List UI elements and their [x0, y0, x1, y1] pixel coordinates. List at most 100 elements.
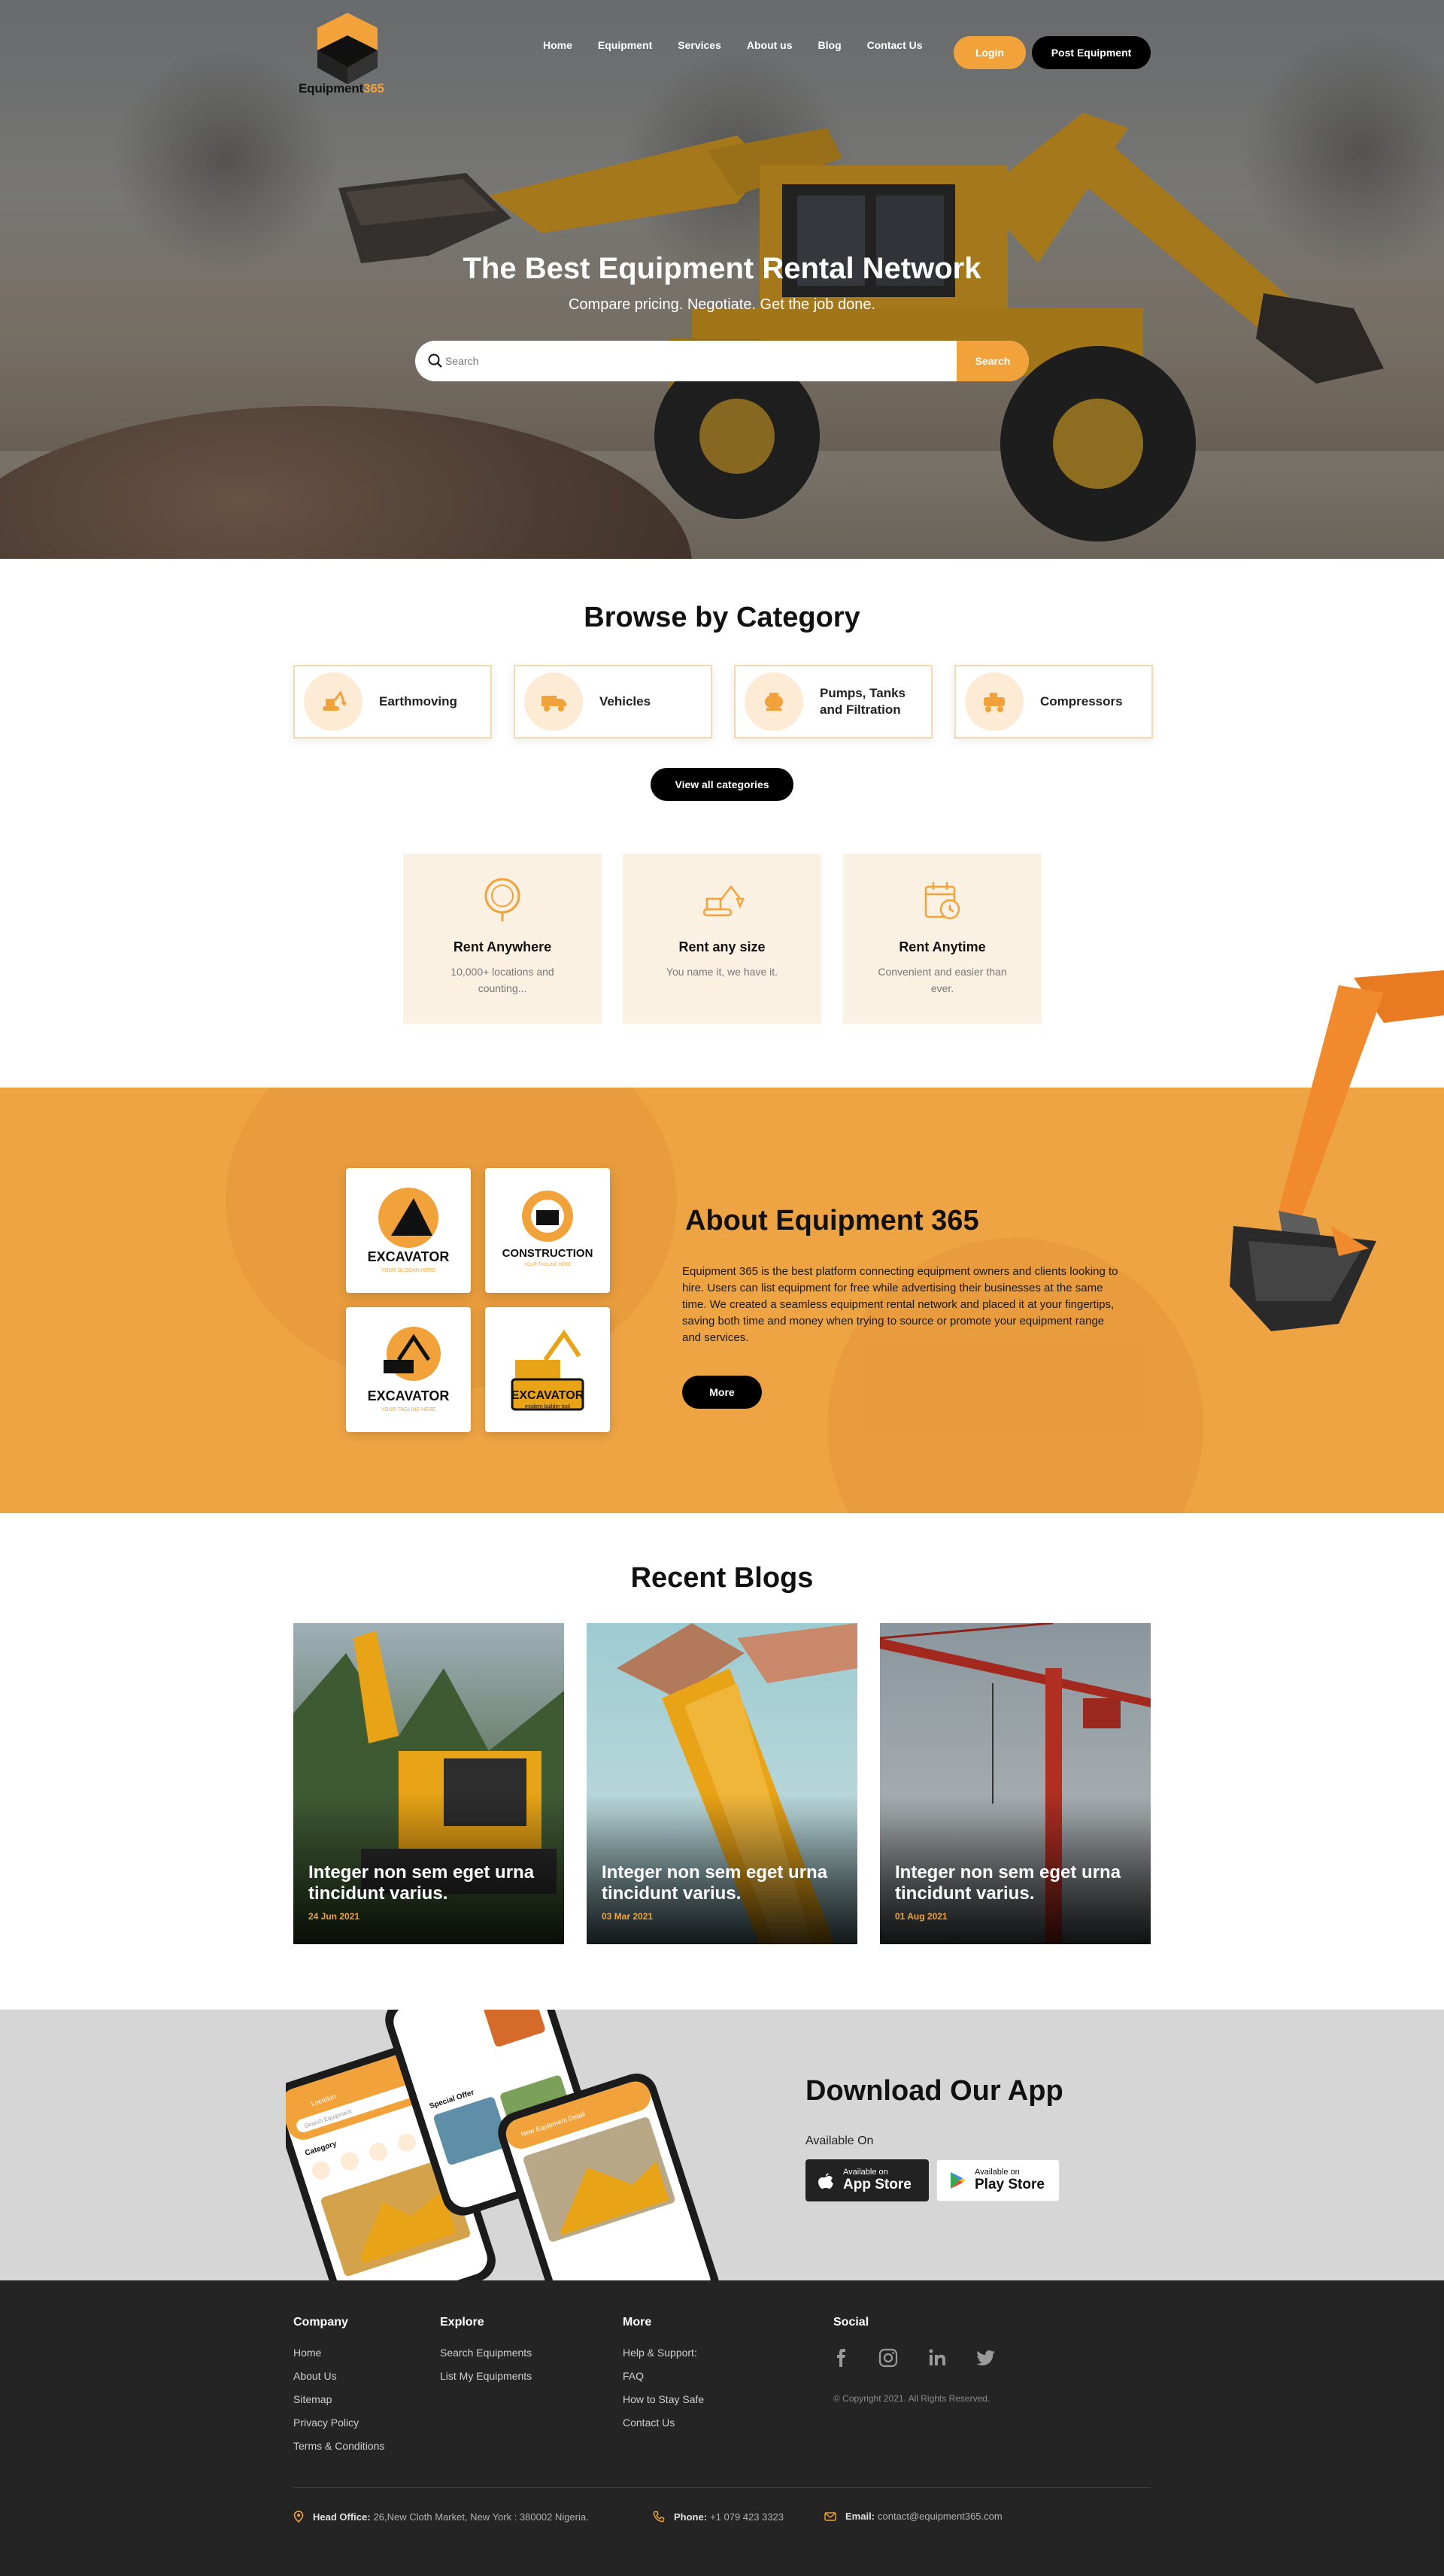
instagram-icon[interactable] — [877, 2347, 899, 2369]
download-app-section: Location Search Equipment Category Speci… — [0, 2010, 1444, 2280]
excavator-icon — [702, 884, 745, 917]
office-address: 26,New Cloth Market, New York : 380002 N… — [373, 2511, 589, 2523]
facebook-icon[interactable] — [830, 2347, 853, 2369]
logo-tag: YOUR TAGLINE HERE — [381, 1407, 436, 1412]
feature-desc: You name it, we have it. — [666, 966, 778, 978]
linkedin-icon[interactable] — [927, 2347, 949, 2369]
excavator-icon — [304, 672, 363, 731]
nav-contact[interactable]: Contact Us — [867, 39, 923, 51]
pump-icon — [745, 672, 803, 731]
feature-title: Rent Anywhere — [453, 939, 552, 954]
category-label: Vehicles — [599, 694, 651, 708]
app-store-big: App Store — [843, 2177, 912, 2192]
footer-office: Head Office: 26,New Cloth Market, New Yor… — [293, 2511, 589, 2523]
partner-logo-construction: CONSTRUCTION YOUR TAGLINE HERE — [485, 1168, 610, 1293]
post-equipment-button[interactable]: Post Equipment — [1032, 36, 1151, 69]
hero-subtitle: Compare pricing. Negotiate. Get the job … — [568, 296, 876, 313]
play-store-big: Play Store — [975, 2177, 1045, 2192]
app-phone-mockups: Location Search Equipment Category Speci… — [286, 2010, 719, 2280]
phone-icon — [653, 2511, 665, 2523]
category-card-compressors[interactable]: Compressors — [954, 665, 1153, 739]
nav-blog[interactable]: Blog — [818, 39, 842, 51]
blog-date: 24 Jun 2021 — [308, 1911, 360, 1922]
partner-logo-excavator-3: EXCAVATOR modern builder tool — [485, 1307, 610, 1432]
blog-card-1[interactable]: Integer non sem eget urna tincidunt vari… — [293, 1623, 564, 1944]
footer-link-contact[interactable]: Contact Us — [623, 2417, 675, 2429]
partner-logo-excavator-1: EXCAVATOR YOUR SLOGAN HERE — [346, 1168, 471, 1293]
category-label: Compressors — [1040, 694, 1123, 708]
feature-card-rent-any-size: Rent any size You name it, we have it. — [623, 854, 821, 1024]
footer-link-privacy[interactable]: Privacy Policy — [293, 2417, 359, 2429]
blog-card-3[interactable]: Integer non sem eget urna tincidunt vari… — [880, 1623, 1151, 1944]
category-label: Pumps, Tanks and Filtration — [820, 686, 906, 717]
compressor-icon — [965, 672, 1024, 731]
brand-name-accent: 365 — [363, 81, 384, 96]
feature-title: Rent any size — [678, 939, 766, 954]
category-section-title: Browse by Category — [584, 602, 860, 633]
excavator-arm-image — [1230, 970, 1444, 1331]
about-more-button[interactable]: More — [682, 1376, 762, 1409]
feature-desc: Convenient and easier than ever. — [878, 966, 1007, 994]
app-store-button[interactable]: Available on App Store — [805, 2159, 929, 2201]
hero-title: The Best Equipment Rental Network — [463, 252, 981, 285]
apple-icon — [818, 2173, 833, 2189]
blogs-section-title: Recent Blogs — [630, 1562, 814, 1594]
footer-link-terms[interactable]: Terms & Conditions — [293, 2440, 384, 2452]
footer-link-home[interactable]: Home — [293, 2347, 321, 2359]
app-store-small: Available on — [843, 2168, 888, 2177]
logo-word: CONSTRUCTION — [502, 1247, 593, 1260]
footer-link-list-equipments[interactable]: List My Equipments — [440, 2370, 532, 2382]
footer-email: Email: contact@equipment365.com — [824, 2511, 1003, 2522]
view-all-categories-button[interactable]: View all categories — [651, 768, 793, 801]
nav-equipment[interactable]: Equipment — [598, 39, 652, 51]
logo-tag: YOUR TAGLINE HERE — [524, 1263, 571, 1267]
play-store-button[interactable]: Available on Play Store — [936, 2159, 1060, 2201]
feature-card-rent-anytime: Rent Anytime Convenient and easier than … — [843, 854, 1042, 1024]
footer-link-faq[interactable]: FAQ — [623, 2370, 644, 2382]
footer-link-help[interactable]: Help & Support: — [623, 2347, 697, 2359]
app-title: Download Our App — [805, 2075, 1063, 2107]
blog-title: Integer non sem eget urna tincidunt vari… — [895, 1862, 1121, 1904]
footer-link-sitemap[interactable]: Sitemap — [293, 2393, 332, 2405]
brand-name: Equipment365 — [299, 81, 384, 96]
logo-tag: YOUR SLOGAN HERE — [381, 1268, 436, 1273]
about-title: About Equipment 365 — [685, 1205, 979, 1236]
feature-title: Rent Anytime — [899, 939, 986, 954]
hero-search-bar: Search — [415, 341, 1029, 381]
twitter-icon[interactable] — [975, 2347, 997, 2369]
phone-number[interactable]: +1 079 423 3323 — [710, 2511, 784, 2523]
footer — [0, 2280, 1444, 2576]
calendar-clock-icon — [924, 882, 960, 920]
footer-link-search-equipments[interactable]: Search Equipments — [440, 2347, 532, 2359]
category-card-earthmoving[interactable]: Earthmoving — [293, 665, 492, 739]
search-button[interactable]: Search — [957, 341, 1029, 381]
copyright-text: © Copyright 2021. All Rights Reserved. — [833, 2393, 990, 2404]
search-input[interactable] — [445, 341, 942, 381]
nav-home[interactable]: Home — [543, 39, 572, 51]
nav-services[interactable]: Services — [678, 39, 721, 51]
login-button[interactable]: Login — [954, 36, 1026, 69]
feature-desc: 10,000+ locations and counting... — [450, 966, 554, 994]
feature-card-rent-anywhere: Rent Anywhere 10,000+ locations and coun… — [403, 854, 602, 1024]
logo-word: EXCAVATOR — [511, 1389, 584, 1402]
category-card-pumps[interactable]: Pumps, Tanks and Filtration — [734, 665, 933, 739]
location-pin-icon — [293, 2511, 304, 2523]
footer-link-about[interactable]: About Us — [293, 2370, 337, 2382]
blog-date: 03 Mar 2021 — [602, 1911, 654, 1922]
category-card-vehicles[interactable]: Vehicles — [514, 665, 712, 739]
google-play-icon — [951, 2172, 965, 2189]
logo-tag: modern builder tool — [525, 1404, 570, 1409]
footer-divider — [293, 2487, 1151, 2488]
footer-link-stay-safe[interactable]: How to Stay Safe — [623, 2393, 704, 2405]
blog-card-2[interactable]: Integer non sem eget urna tincidunt vari… — [587, 1623, 857, 1944]
blog-title: Integer non sem eget urna tincidunt vari… — [308, 1862, 535, 1904]
blog-title: Integer non sem eget urna tincidunt vari… — [602, 1862, 828, 1904]
email-address[interactable]: contact@equipment365.com — [878, 2511, 1003, 2522]
footer-more-title: More — [623, 2316, 652, 2329]
category-label: Earthmoving — [379, 694, 457, 708]
footer-company-title: Company — [293, 2316, 348, 2329]
nav-about[interactable]: About us — [747, 39, 793, 51]
office-label: Head Office: — [313, 2511, 371, 2523]
footer-phone: Phone: +1 079 423 3323 — [653, 2511, 784, 2523]
location-pin-icon — [484, 878, 520, 921]
